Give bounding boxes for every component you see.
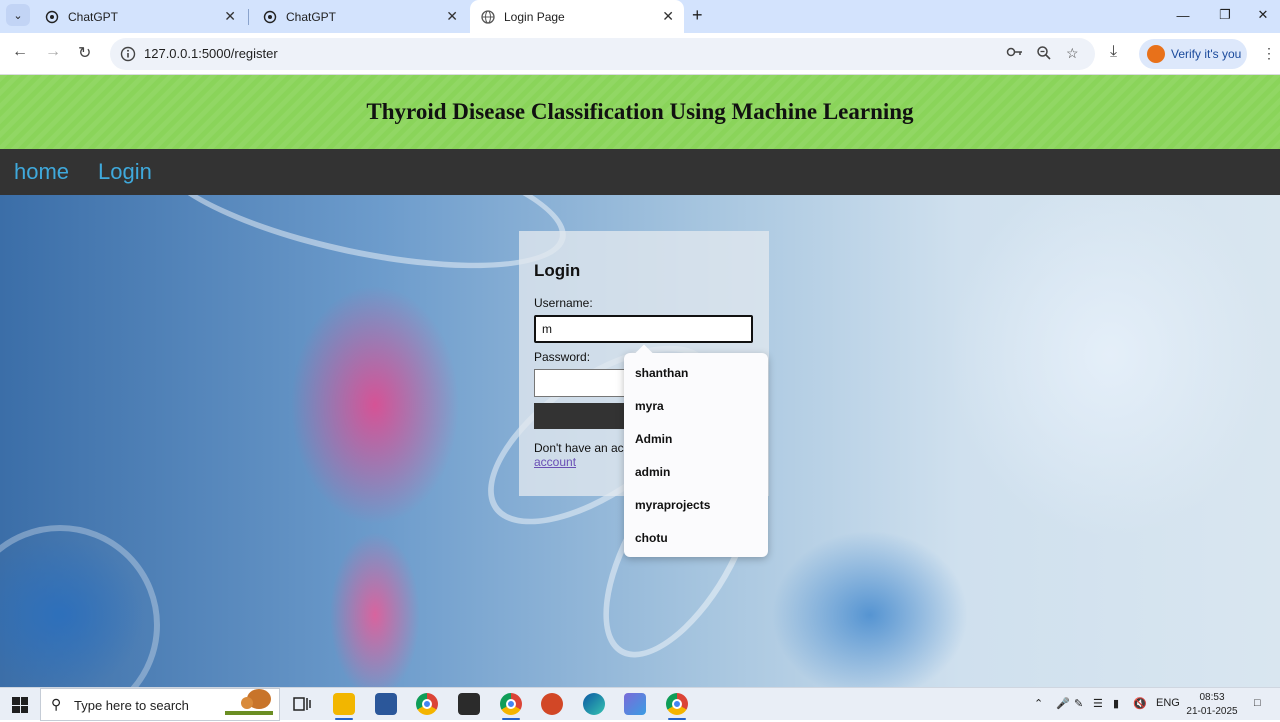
windows-start-icon[interactable]: [12, 697, 28, 713]
url-text: 127.0.0.1:5000/register: [144, 46, 278, 61]
chevron-up-icon[interactable]: ⌃: [1034, 697, 1043, 710]
minimize-icon[interactable]: —: [1160, 0, 1206, 30]
autocomplete-item[interactable]: chotu: [635, 531, 668, 545]
hero-background-image: Login Username: m Password: Don't have a…: [0, 195, 1280, 687]
search-icon: ⚲: [51, 696, 62, 712]
verify-label: Verify it's you: [1171, 47, 1242, 61]
browser-tab-chatgpt-1[interactable]: ChatGPT ✕: [34, 0, 246, 33]
globe-icon: [480, 9, 496, 25]
star-icon[interactable]: ☆: [1066, 45, 1079, 62]
close-icon[interactable]: ✕: [224, 8, 236, 25]
password-label: Password:: [534, 350, 591, 364]
reload-icon[interactable]: ↻: [78, 43, 91, 63]
close-icon[interactable]: ✕: [662, 8, 674, 25]
taskbar-search-box[interactable]: ⚲ Type here to search: [40, 688, 280, 721]
language-indicator[interactable]: ENG: [1156, 697, 1180, 709]
taskbar-search-placeholder: Type here to search: [74, 698, 189, 713]
zoom-icon[interactable]: [1036, 45, 1052, 64]
username-label: Username:: [534, 296, 593, 310]
notification-icon[interactable]: □: [1254, 697, 1261, 709]
terminal-icon[interactable]: [458, 693, 480, 715]
back-icon[interactable]: ←: [12, 43, 28, 61]
username-value: m: [542, 322, 552, 336]
browser-toolbar: ← → ↻ 127.0.0.1:5000/register ☆ ⤓ Verify…: [0, 33, 1280, 75]
address-bar[interactable]: 127.0.0.1:5000/register ☆: [110, 38, 1095, 70]
tab-search-button[interactable]: ⌄: [6, 4, 30, 26]
site-navbar: home Login: [0, 149, 1280, 195]
browser-tab-strip: ⌄ ChatGPT ✕ ChatGPT ✕ Login Page ✕ + — ❐…: [0, 0, 1280, 33]
create-account-link[interactable]: account: [534, 455, 576, 469]
chatgpt-icon: [44, 9, 60, 25]
browser-tab-login-page[interactable]: Login Page ✕: [470, 0, 684, 33]
menu-icon[interactable]: ⋮: [1262, 45, 1276, 62]
word-icon[interactable]: [375, 693, 397, 715]
windows-taskbar: ⚲ Type here to search ⌃ 🎤 ✎ ☰ ▮ 🔇 ENG 08…: [0, 687, 1280, 721]
tab-divider: [248, 9, 249, 25]
powerpoint-icon[interactable]: [541, 693, 563, 715]
task-view-icon[interactable]: [291, 693, 313, 715]
squirrel-illustration-icon: [219, 683, 279, 715]
wifi-icon[interactable]: ☰: [1093, 697, 1103, 710]
autocomplete-dropdown: shanthan myra Admin admin myraprojects c…: [624, 344, 768, 557]
close-icon[interactable]: ✕: [446, 8, 458, 25]
web-page: Thyroid Disease Classification Using Mac…: [0, 75, 1280, 687]
autocomplete-item[interactable]: Admin: [635, 432, 672, 446]
nav-link-home[interactable]: home: [14, 159, 69, 185]
no-account-text: Don't have an acc: [534, 441, 630, 455]
visual-studio-icon[interactable]: [624, 693, 646, 715]
download-icon[interactable]: ⤓: [1110, 43, 1117, 61]
chrome-icon[interactable]: [500, 693, 522, 715]
system-clock[interactable]: 08:53 21-01-2025: [1186, 691, 1238, 719]
pen-icon[interactable]: ✎: [1074, 697, 1083, 710]
clock-date: 21-01-2025: [1186, 706, 1238, 717]
dna-helix-graphic: [142, 195, 578, 298]
site-banner: Thyroid Disease Classification Using Mac…: [0, 75, 1280, 149]
chatgpt-icon: [262, 9, 278, 25]
new-tab-button[interactable]: +: [692, 5, 703, 26]
tab-title: ChatGPT: [286, 9, 337, 24]
close-window-icon[interactable]: ✕: [1240, 0, 1280, 30]
chevron-down-icon: ⌄: [13, 9, 23, 22]
autocomplete-item[interactable]: shanthan: [635, 366, 688, 380]
nav-link-login[interactable]: Login: [98, 159, 152, 185]
chrome-icon[interactable]: [666, 693, 688, 715]
profile-verify-button[interactable]: Verify it's you: [1139, 39, 1247, 69]
avatar: [1147, 45, 1165, 63]
microphone-icon[interactable]: 🎤: [1056, 697, 1070, 710]
key-icon[interactable]: [1006, 45, 1024, 62]
site-info-icon[interactable]: [118, 44, 138, 64]
username-input[interactable]: m: [534, 315, 753, 343]
file-explorer-icon[interactable]: [333, 693, 355, 715]
tab-title: Login Page: [504, 9, 565, 24]
forward-icon[interactable]: →: [45, 43, 61, 61]
edge-icon[interactable]: [583, 693, 605, 715]
battery-icon[interactable]: ▮: [1113, 697, 1119, 710]
speaker-icon[interactable]: 🔇: [1133, 697, 1147, 710]
tab-title: ChatGPT: [68, 9, 119, 24]
cell-graphic: [0, 525, 160, 687]
autocomplete-item[interactable]: admin: [635, 465, 670, 479]
chrome-icon[interactable]: [416, 693, 438, 715]
autocomplete-item[interactable]: myra: [635, 399, 664, 413]
autocomplete-item[interactable]: myraprojects: [635, 498, 710, 512]
clock-time: 08:53: [1199, 692, 1225, 703]
browser-tab-chatgpt-2[interactable]: ChatGPT ✕: [252, 0, 468, 33]
page-title: Thyroid Disease Classification Using Mac…: [366, 99, 914, 124]
login-heading: Login: [534, 261, 581, 280]
